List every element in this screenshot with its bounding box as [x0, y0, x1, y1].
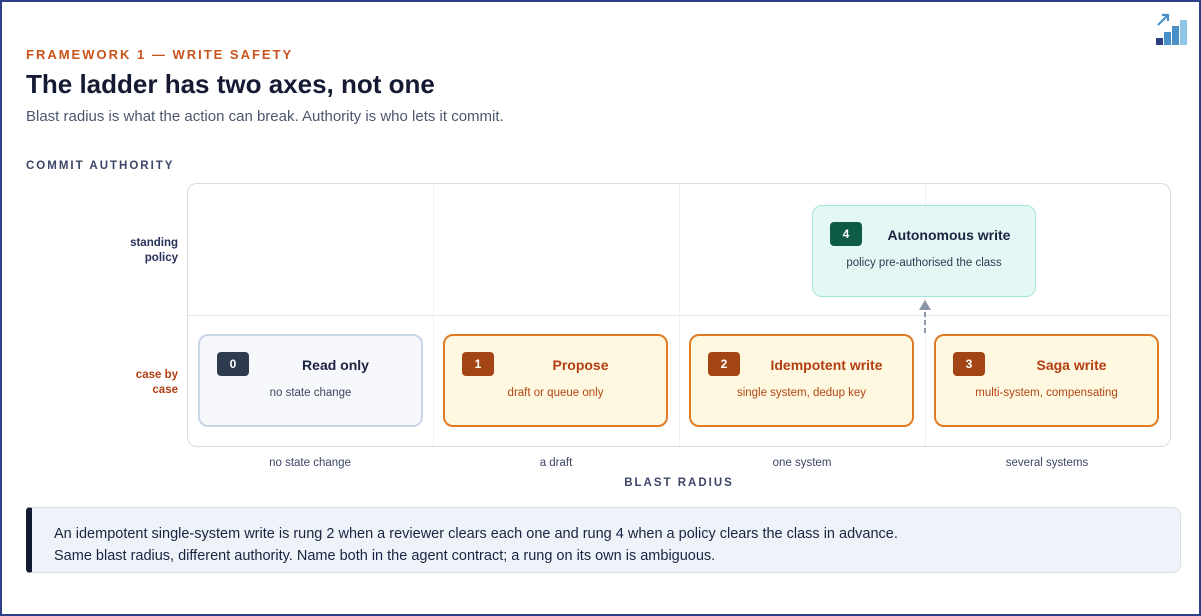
y-axis-title: COMMIT AUTHORITY [26, 160, 175, 172]
row-label-line: case [152, 384, 178, 396]
row-label-standing-policy: standing policy [88, 236, 178, 266]
rung-card-2: 2 Idempotent write single system, dedup … [689, 334, 914, 427]
rung-subtitle: draft or queue only [507, 387, 604, 399]
page-subtitle: Blast radius is what the action can brea… [26, 108, 504, 125]
rung-subtitle: policy pre-authorised the class [846, 257, 1002, 269]
row-label-line: policy [144, 252, 178, 264]
dashed-up-arrow-icon [919, 300, 931, 333]
row-label-line: case by [135, 369, 178, 381]
slide-frame: FRAMEWORK 1 — WRITE SAFETY The ladder ha… [0, 0, 1201, 616]
callout-box: An idempotent single-system write is run… [26, 507, 1181, 573]
rung-number-badge: 4 [830, 222, 862, 246]
grid-column-divider [433, 184, 434, 446]
grid-column-divider [679, 184, 680, 446]
rung-number-badge: 2 [708, 352, 740, 376]
column-label: a draft [539, 457, 573, 469]
rung-subtitle: multi-system, compensating [975, 387, 1118, 399]
rung-card-0: 0 Read only no state change [198, 334, 423, 427]
callout-line: Same blast radius, different authority. … [54, 548, 716, 564]
rung-subtitle: single system, dedup key [736, 387, 867, 399]
rung-title: Idempotent write [770, 357, 883, 373]
rung-number-badge: 3 [953, 352, 985, 376]
staircase-chart-arrow-icon [1156, 13, 1187, 45]
page-title: The ladder has two axes, not one [26, 69, 435, 99]
x-axis-title: BLAST RADIUS [624, 477, 734, 489]
rung-number-badge: 1 [462, 352, 494, 376]
rung-card-4: 4 Autonomous write policy pre-authorised… [812, 205, 1036, 297]
rung-card-1: 1 Propose draft or queue only [443, 334, 668, 427]
rung-title: Propose [552, 357, 609, 373]
rung-number-badge: 0 [217, 352, 249, 376]
rung-title: Read only [302, 357, 369, 373]
rung-title: Saga write [1036, 357, 1107, 373]
column-label: no state change [269, 457, 351, 469]
row-label-case-by-case: case by case [88, 368, 178, 398]
column-label: one system [772, 457, 832, 469]
rung-title: Autonomous write [887, 227, 1011, 243]
column-label: several systems [1005, 457, 1089, 469]
eyebrow-label: FRAMEWORK 1 — WRITE SAFETY [26, 47, 294, 62]
rung-subtitle: no state change [269, 387, 352, 399]
rung-card-3: 3 Saga write multi-system, compensating [934, 334, 1159, 427]
row-label-line: standing [130, 237, 178, 249]
callout-line: An idempotent single-system write is run… [54, 526, 898, 542]
